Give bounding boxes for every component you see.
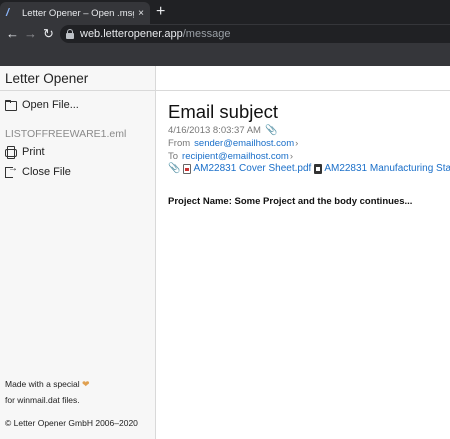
footer-line2: for winmail.dat files.	[5, 395, 80, 405]
folder-icon	[5, 99, 17, 111]
reload-button[interactable]: ↻	[43, 25, 54, 43]
paperclip-icon: 📎	[168, 163, 181, 174]
back-button[interactable]: ←	[6, 25, 19, 43]
chevron-right-icon: ›	[289, 151, 294, 162]
open-file-label: Open File...	[22, 99, 79, 111]
close-file-button[interactable]: Close File	[5, 163, 71, 178]
current-filename: LISTOFFREEWARE1.eml	[5, 128, 127, 140]
attachment-link[interactable]: AM22831 Manufacturing Statement.doc	[324, 163, 450, 174]
new-tab-button[interactable]: +	[156, 3, 165, 21]
printer-icon	[5, 146, 17, 159]
to-label: To	[168, 151, 179, 162]
pdf-file-icon	[183, 163, 192, 174]
url-host: web.letteropener.app	[80, 28, 183, 40]
lock-icon[interactable]	[66, 29, 74, 39]
paperclip-icon: 📎	[264, 125, 278, 136]
from-label: From	[168, 138, 191, 149]
footer-made-with: Made with a special ❤	[5, 379, 90, 390]
heart-icon: ❤	[82, 379, 90, 389]
browser-toolbar: ← → ↻ web.letteropener.app/message	[0, 24, 450, 44]
word-file-icon	[314, 163, 323, 174]
email-from-row: From sender@emailhost.com ›	[168, 138, 298, 149]
browser-divider	[0, 44, 450, 66]
attachment-link[interactable]: AM22831 Cover Sheet.pdf	[193, 163, 311, 174]
email-date-row: 4/16/2013 8:03:37 AM 📎	[168, 125, 277, 136]
print-label: Print	[22, 146, 45, 158]
sidebar: Letter Opener Open File... LISTOFFREEWAR…	[0, 66, 156, 439]
email-to-row: To recipient@emailhost.com ›	[168, 151, 293, 162]
print-button[interactable]: Print	[5, 146, 45, 159]
browser-tab-bar: / Letter Opener – Open .msg Winmail.dat …	[0, 0, 450, 24]
app-window: Letter Opener Open File... LISTOFFREEWAR…	[0, 66, 450, 439]
message-view: Email subject 4/16/2013 8:03:37 AM 📎 Fro…	[157, 91, 450, 439]
copyright: © Letter Opener GmbH 2006–2020	[5, 418, 138, 428]
tab-title: Letter Opener – Open .msg Winmail.dat	[22, 7, 134, 19]
close-file-label: Close File	[22, 166, 71, 178]
chevron-right-icon: ›	[295, 138, 299, 149]
from-address[interactable]: sender@emailhost.com	[194, 138, 294, 149]
email-body: Project Name: Some Project and the body …	[168, 196, 413, 207]
app-title: Letter Opener	[5, 71, 89, 86]
browser-tab[interactable]: / Letter Opener – Open .msg Winmail.dat …	[0, 2, 150, 24]
email-subject: Email subject	[168, 101, 279, 122]
favicon-icon: /	[6, 7, 10, 19]
url-path: /message	[182, 28, 231, 40]
footer-line1: Made with a special	[5, 379, 80, 389]
address-bar[interactable]: web.letteropener.app/message	[60, 25, 450, 43]
to-address[interactable]: recipient@emailhost.com	[182, 151, 289, 162]
email-date: 4/16/2013 8:03:37 AM	[168, 125, 261, 136]
forward-button[interactable]: →	[24, 25, 37, 43]
close-tab-icon[interactable]: ×	[138, 8, 144, 19]
exit-icon	[5, 163, 18, 178]
open-file-button[interactable]: Open File...	[5, 99, 79, 111]
attachments-row: 📎 AM22831 Cover Sheet.pdf AM22831 Manufa…	[168, 163, 450, 174]
